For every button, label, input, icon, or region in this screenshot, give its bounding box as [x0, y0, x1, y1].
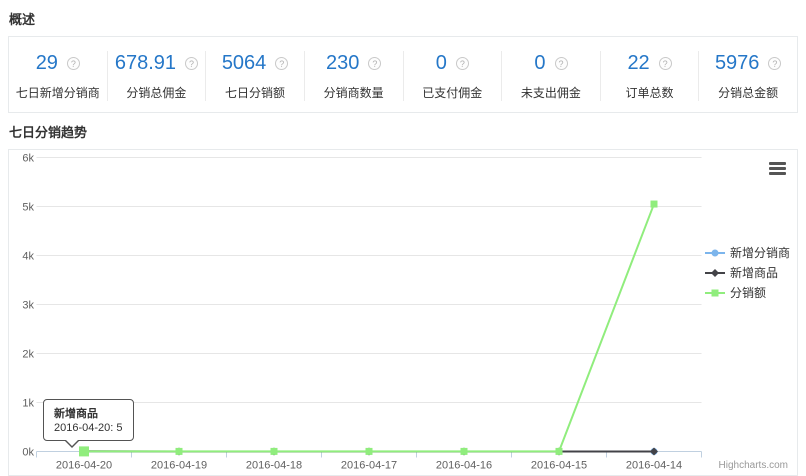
chart-legend: 新增分销商新增商品分销额 — [705, 244, 790, 301]
legend-item-2[interactable]: 分销额 — [705, 284, 790, 301]
grid-lines — [37, 158, 702, 403]
overview-title: 概述 — [9, 9, 806, 28]
help-icon[interactable]: ? — [185, 57, 198, 70]
help-icon[interactable]: ? — [659, 57, 672, 70]
stat-card-7: 5976? 分销总金额 — [699, 51, 797, 101]
legend-marker-icon — [705, 267, 725, 279]
y-axis-labels: 0k 1k 2k 3k 4k 5k 6k — [22, 153, 34, 459]
data-point-marker[interactable] — [366, 448, 373, 455]
help-icon[interactable]: ? — [275, 57, 288, 70]
stat-label: 七日新增分销商 — [9, 84, 107, 101]
stat-value: 0 — [534, 52, 545, 75]
data-point-marker[interactable] — [271, 448, 278, 455]
stat-value: 5064 — [222, 52, 267, 75]
stat-card-5: 0? 未支出佣金 — [502, 51, 601, 101]
stat-value: 678.91 — [115, 52, 176, 75]
svg-text:5k: 5k — [22, 202, 34, 214]
svg-text:3k: 3k — [22, 300, 34, 312]
svg-text:2016-04-19: 2016-04-19 — [151, 460, 207, 472]
stat-value: 5976 — [715, 52, 760, 75]
stat-label: 分销商数量 — [305, 84, 403, 101]
help-icon[interactable]: ? — [768, 57, 781, 70]
svg-text:2016-04-17: 2016-04-17 — [341, 460, 397, 472]
series-2 — [79, 201, 658, 457]
dashboard-page: 概述 29? 七日新增分销商 678.91? 分销总佣金 5064? 七日分销额 230? 分… — [0, 9, 806, 476]
data-point-marker[interactable] — [556, 448, 563, 455]
stat-card-4: 0? 已支付佣金 — [404, 51, 503, 101]
legend-label: 新增商品 — [730, 264, 778, 281]
series-line — [84, 204, 654, 451]
stat-label: 已支付佣金 — [404, 84, 502, 101]
stat-label: 分销总金额 — [699, 84, 797, 101]
help-icon[interactable]: ? — [456, 57, 469, 70]
stat-card-6: 22? 订单总数 — [601, 51, 700, 101]
svg-text:0k: 0k — [22, 447, 34, 459]
svg-text:2016-04-15: 2016-04-15 — [531, 460, 587, 472]
help-icon[interactable]: ? — [555, 57, 568, 70]
chart-export-menu-icon[interactable] — [769, 162, 786, 175]
svg-text:6k: 6k — [22, 153, 34, 165]
trend-title: 七日分销趋势 — [9, 122, 806, 141]
data-point-marker[interactable] — [461, 448, 468, 455]
svg-text:2016-04-20: 2016-04-20 — [56, 460, 112, 472]
svg-text:2016-04-16: 2016-04-16 — [436, 460, 492, 472]
legend-marker-icon — [705, 287, 725, 299]
stat-label: 七日分销额 — [206, 84, 304, 101]
svg-text:2016-04-14: 2016-04-14 — [626, 460, 682, 472]
trend-chart-svg: 0k1k2k3k4k5k6k2016-04-202016-04-192016-0… — [9, 150, 797, 475]
stat-card-0: 29? 七日新增分销商 — [9, 51, 108, 101]
stat-card-3: 230? 分销商数量 — [305, 51, 404, 101]
svg-text:2016-04-18: 2016-04-18 — [246, 460, 302, 472]
stat-label: 订单总数 — [601, 84, 699, 101]
data-point-marker[interactable] — [176, 448, 183, 455]
stat-card-2: 5064? 七日分销额 — [206, 51, 305, 101]
stat-value: 22 — [627, 52, 649, 75]
legend-item-0[interactable]: 新增分销商 — [705, 244, 790, 261]
stat-value: 29 — [36, 52, 58, 75]
stat-value: 230 — [326, 52, 359, 75]
help-icon[interactable]: ? — [67, 57, 80, 70]
stat-label: 未支出佣金 — [502, 84, 600, 101]
help-icon[interactable]: ? — [368, 57, 381, 70]
legend-item-1[interactable]: 新增商品 — [705, 264, 790, 281]
data-point-marker[interactable] — [650, 448, 658, 456]
stats-panel: 29? 七日新增分销商 678.91? 分销总佣金 5064? 七日分销额 230? 分销商数… — [8, 36, 798, 113]
legend-label: 分销额 — [730, 284, 766, 301]
legend-label: 新增分销商 — [730, 244, 790, 261]
svg-text:4k: 4k — [22, 251, 34, 263]
stat-value: 0 — [436, 52, 447, 75]
stat-label: 分销总佣金 — [108, 84, 206, 101]
svg-text:2k: 2k — [22, 349, 34, 361]
x-axis-labels: 2016-04-20 2016-04-19 2016-04-18 2016-04-17… — [56, 460, 682, 472]
trend-chart: 0k1k2k3k4k5k6k2016-04-202016-04-192016-0… — [8, 149, 798, 476]
svg-text:1k: 1k — [22, 398, 34, 410]
highcharts-credits-link[interactable]: Highcharts.com — [719, 460, 788, 471]
data-point-marker[interactable] — [651, 201, 658, 208]
legend-marker-icon — [705, 247, 725, 259]
data-point-marker[interactable] — [79, 446, 89, 456]
stat-card-1: 678.91? 分销总佣金 — [108, 51, 207, 101]
